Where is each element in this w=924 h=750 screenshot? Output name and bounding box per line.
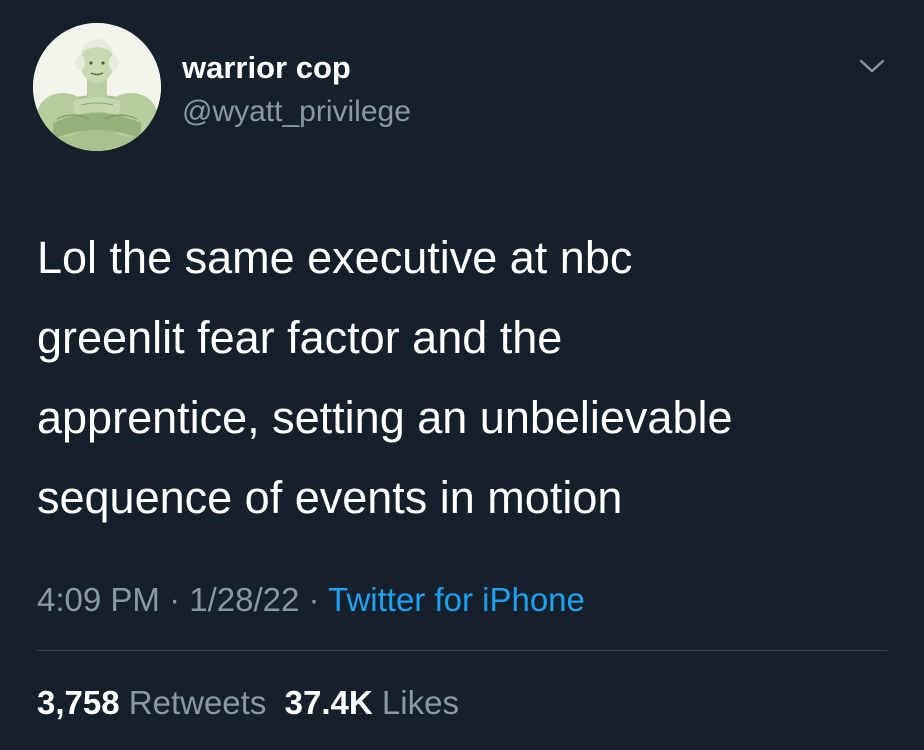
avatar-image bbox=[33, 23, 161, 151]
tweet-text-line: greenlit fear factor and the bbox=[37, 312, 563, 363]
chevron-down-icon bbox=[859, 59, 885, 73]
tweet-text-line: apprentice, setting an unbelievable bbox=[37, 392, 733, 443]
retweets-count: 3,758 bbox=[37, 684, 120, 721]
likes-stat[interactable]: 37.4K Likes bbox=[285, 684, 459, 721]
tweet-stats: 3,758 Retweets 37.4K Likes bbox=[37, 683, 459, 723]
more-options-button[interactable] bbox=[852, 46, 892, 86]
tweet-text-line: sequence of events in motion bbox=[37, 472, 623, 523]
meta-separator: · bbox=[308, 581, 320, 618]
avatar[interactable] bbox=[33, 23, 161, 151]
tweet-text-line: Lol the same executive at nbc bbox=[37, 232, 633, 283]
meta-separator: · bbox=[169, 581, 181, 618]
retweets-stat[interactable]: 3,758 Retweets bbox=[37, 684, 266, 721]
tweet-meta: 4:09 PM · 1/28/22 · Twitter for iPhone bbox=[37, 580, 585, 620]
tweet-time[interactable]: 4:09 PM bbox=[37, 581, 160, 618]
tweet-card: warrior cop @wyatt_privilege Lol the sam… bbox=[0, 0, 924, 750]
tweet-date[interactable]: 1/28/22 bbox=[189, 581, 299, 618]
tweet-text: Lol the same executive at nbc greenlit f… bbox=[37, 218, 897, 538]
likes-count: 37.4K bbox=[284, 684, 373, 721]
user-handle[interactable]: @wyatt_privilege bbox=[182, 94, 411, 130]
divider bbox=[37, 650, 887, 651]
tweet-source-link[interactable]: Twitter for iPhone bbox=[328, 581, 585, 618]
retweets-label: Retweets bbox=[128, 684, 267, 721]
likes-label: Likes bbox=[381, 684, 459, 721]
display-name[interactable]: warrior cop bbox=[182, 50, 351, 86]
